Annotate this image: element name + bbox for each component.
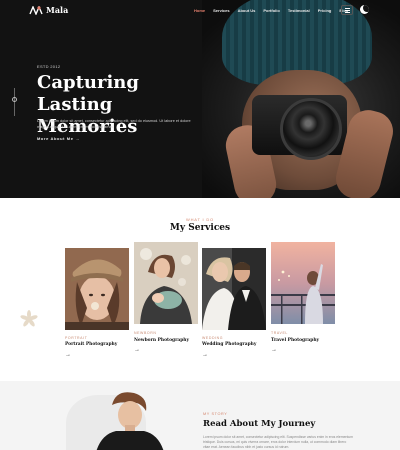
newborn-image [134, 242, 198, 324]
hero-eyebrow: ESTD 2012 [37, 64, 61, 69]
card-title[interactable]: Newborn Photography [134, 338, 189, 343]
services-eyebrow: WHAT I DO [186, 217, 214, 222]
card-category: PORTRAIT [65, 336, 88, 340]
card-title[interactable]: Portrait Photography [65, 342, 117, 347]
portrait-image [65, 248, 129, 330]
card-category: TRAVEL [271, 331, 288, 335]
brand-name[interactable]: Mala [46, 5, 68, 15]
logo-icon[interactable] [29, 6, 43, 15]
arrow-right-icon[interactable]: → [271, 347, 277, 353]
card-category: NEWBORN [134, 331, 157, 335]
nav-link-services[interactable]: Services [213, 8, 229, 13]
services-title: My Services [169, 223, 231, 233]
top-navigation: Mala Home Services About Us Portfolio Te… [0, 0, 400, 22]
nav-link-portfolio[interactable]: Portfolio [263, 8, 279, 13]
about-title: Read About My Journey [203, 419, 316, 429]
card-title[interactable]: Travel Photography [271, 338, 319, 343]
about-text: Lorem ipsum dolor sit amet, consectetur … [203, 435, 354, 449]
nav-link-testimonial[interactable]: Testimonial [288, 8, 310, 13]
hero-description: Lorem ipsum dolor sit amet, consectetur … [37, 119, 191, 129]
scroll-line [14, 88, 15, 116]
about-eyebrow: MY STORY [203, 412, 228, 416]
about-portrait-image [96, 392, 164, 450]
hero-section: Mala Home Services About Us Portfolio Te… [0, 0, 400, 198]
arrow-right-icon[interactable]: → [65, 352, 71, 358]
nav-link-about-us[interactable]: About Us [238, 8, 256, 13]
wedding-image [202, 248, 266, 330]
hamburger-icon[interactable] [341, 5, 353, 15]
nav-link-pricing[interactable]: Pricing [318, 8, 332, 13]
arrow-right-icon[interactable]: → [134, 347, 140, 353]
flower-decoration-icon [18, 308, 40, 330]
card-title[interactable]: Wedding Photography [202, 342, 256, 347]
travel-image [271, 242, 335, 324]
arrow-right-icon[interactable]: → [202, 352, 208, 358]
nav-menu: Home Services About Us Portfolio Testimo… [194, 8, 348, 13]
camera-lens [280, 98, 342, 160]
nav-link-home[interactable]: Home [194, 8, 205, 13]
more-about-me-link[interactable]: More About Me → [37, 136, 80, 141]
hero-photographer-image [202, 0, 400, 198]
about-section: MY STORY Read About My Journey Lorem ips… [0, 381, 400, 450]
card-category: WEDDING [202, 336, 224, 340]
scroll-indicator-icon[interactable] [12, 97, 17, 102]
moon-icon[interactable] [360, 5, 369, 14]
